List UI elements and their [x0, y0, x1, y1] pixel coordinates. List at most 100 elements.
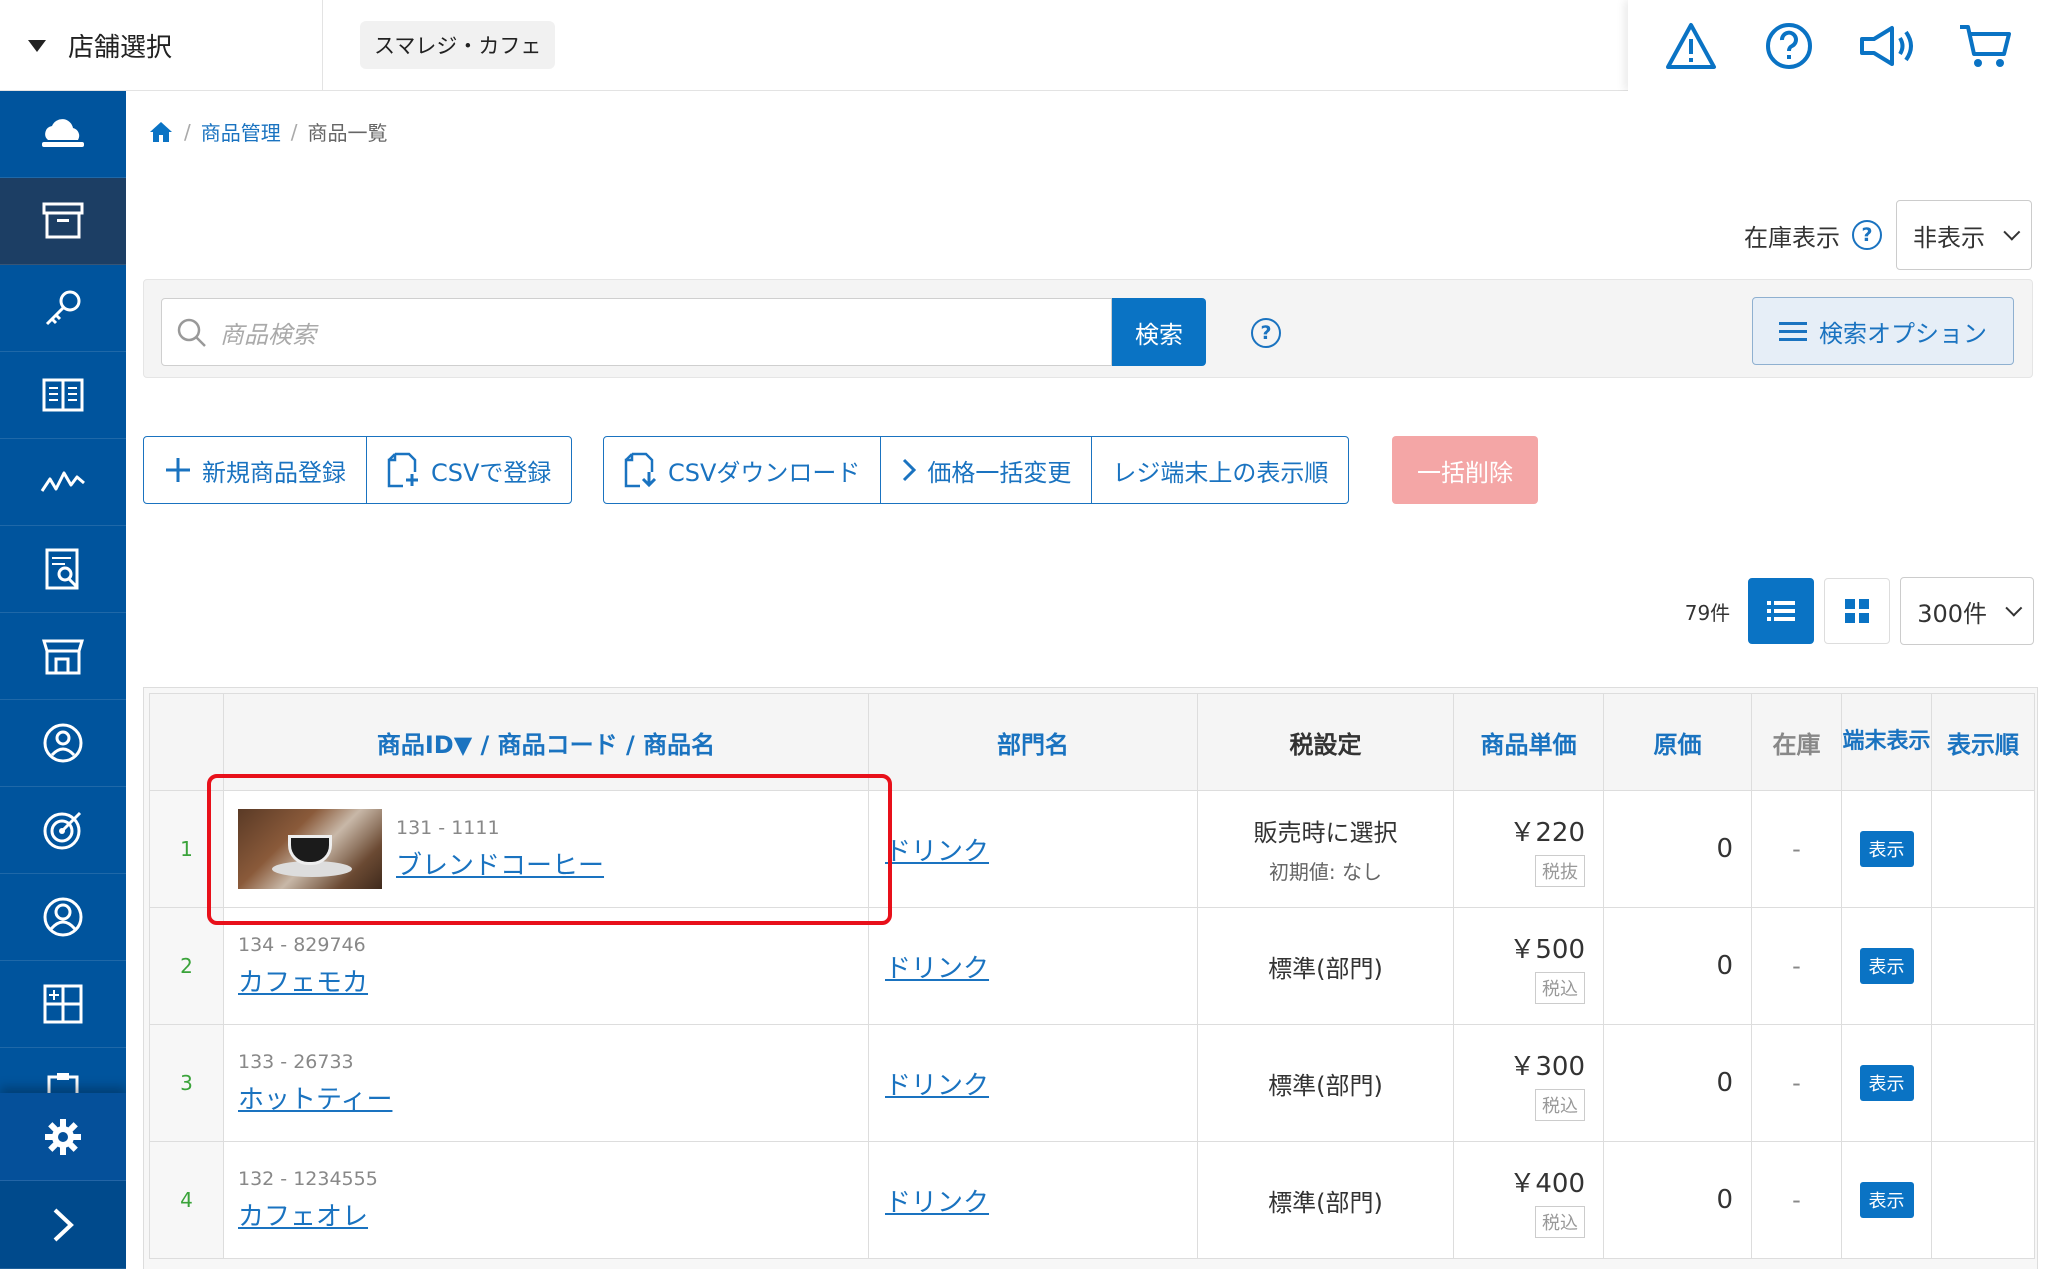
list-icon	[1767, 601, 1796, 621]
breadcrumb: / 商品管理 / 商品一覧	[148, 117, 388, 146]
bulk-delete-button[interactable]: 一括削除	[1392, 436, 1538, 504]
header-terminal-display[interactable]: 端末表示	[1841, 693, 1932, 791]
announcement-icon[interactable]	[1857, 16, 1917, 76]
display-badge: 表示	[1859, 1182, 1914, 1218]
sidebar-item-targets[interactable]	[0, 787, 126, 874]
tax-cell: 販売時に選択 初期値: なし	[1197, 790, 1454, 908]
department-link[interactable]: ドリンク	[885, 837, 989, 867]
sidebar-item-apps[interactable]	[0, 961, 126, 1048]
sidebar-item-staff[interactable]	[0, 874, 126, 961]
header-department[interactable]: 部門名	[868, 693, 1198, 791]
department-cell: ドリンク	[868, 907, 1198, 1025]
header-id-code-name[interactable]: 商品ID▼ / 商品コード / 商品名	[223, 693, 869, 791]
cost-cell: 0	[1603, 790, 1752, 908]
list-controls: 79件 300件	[1685, 577, 2034, 645]
header-display-order[interactable]: 表示順	[1931, 693, 2035, 791]
sidebar-bottom	[0, 1093, 126, 1269]
row-number: 2	[149, 907, 224, 1025]
product-table: 商品ID▼ / 商品コード / 商品名 部門名 税設定 商品単価 原価 在庫 端…	[149, 693, 2035, 1259]
grid-icon	[43, 984, 83, 1024]
top-icon-bar	[1628, 0, 2048, 91]
stock-cell: -	[1751, 790, 1842, 908]
user-icon	[43, 897, 83, 937]
csv-register-button[interactable]: CSVで登録	[367, 437, 571, 503]
stock-help-icon[interactable]: ?	[1852, 220, 1882, 250]
tax-setting: 標準(部門)	[1268, 954, 1383, 983]
product-thumbnail[interactable]	[238, 809, 382, 889]
tax-type-tag: 税込	[1535, 1088, 1585, 1121]
header-unit-price[interactable]: 商品単価	[1453, 693, 1604, 791]
store-select-label: 店舗選択	[68, 33, 173, 63]
product-id-code: 131 - 1111	[396, 816, 500, 839]
new-product-button[interactable]: 新規商品登録	[144, 437, 367, 503]
stock-cell: -	[1751, 1024, 1842, 1142]
warning-icon[interactable]	[1661, 16, 1721, 76]
department-cell: ドリンク	[868, 1024, 1198, 1142]
chevron-right-icon	[903, 458, 917, 482]
table-header-row: 商品ID▼ / 商品コード / 商品名 部門名 税設定 商品単価 原価 在庫 端…	[149, 693, 2035, 791]
sidebar-item-keys[interactable]	[0, 265, 126, 352]
tax-type-tag: 税込	[1535, 1205, 1585, 1238]
breadcrumb-separator: /	[184, 119, 191, 144]
bulk-price-label: 価格一括変更	[927, 458, 1072, 487]
target-icon	[43, 811, 82, 850]
sidebar-item-catalog[interactable]	[0, 352, 126, 439]
caret-down-icon	[28, 39, 46, 52]
stock-display-select[interactable]: 非表示	[1896, 200, 2032, 270]
file-add-icon	[387, 452, 418, 488]
sidebar-expand-button[interactable]	[0, 1181, 126, 1269]
bulk-price-button[interactable]: 価格一括変更	[881, 437, 1093, 503]
help-icon[interactable]	[1759, 16, 1819, 76]
stock-display-label: 在庫表示	[1744, 223, 1840, 252]
unit-price: ￥220	[1509, 817, 1585, 848]
sidebar-item-products[interactable]	[0, 178, 126, 265]
store-icon	[42, 639, 84, 675]
product-name-link[interactable]: ブレンドコーヒー	[396, 845, 604, 882]
settings-button[interactable]	[0, 1093, 126, 1181]
home-icon[interactable]	[148, 120, 174, 144]
header-cost[interactable]: 原価	[1603, 693, 1752, 791]
product-id-code: 134 - 829746	[238, 933, 366, 956]
row-number: 3	[149, 1024, 224, 1142]
terminal-display-cell: 表示	[1841, 1024, 1932, 1142]
per-page-select[interactable]: 300件	[1900, 577, 2034, 645]
department-link[interactable]: ドリンク	[885, 954, 989, 984]
terminal-display-cell: 表示	[1841, 790, 1932, 908]
product-name-link[interactable]: ホットティー	[238, 1079, 392, 1116]
search-input[interactable]: 商品検索	[161, 298, 1112, 366]
result-count: 79件	[1684, 600, 1731, 625]
cost-cell: 0	[1603, 907, 1752, 1025]
tax-cell: 標準(部門)	[1197, 907, 1454, 1025]
display-badge: 表示	[1859, 831, 1914, 867]
sidebar-item-reports[interactable]	[0, 526, 126, 613]
grid-view-button[interactable]	[1824, 578, 1891, 644]
report-icon	[45, 548, 79, 590]
search-icon	[177, 318, 206, 347]
department-link[interactable]: ドリンク	[885, 1071, 989, 1101]
search-help-icon[interactable]: ?	[1251, 318, 1281, 348]
chevron-down-icon	[2005, 599, 2023, 617]
sidebar-item-analytics[interactable]	[0, 439, 126, 526]
price-cell: ￥400 税込	[1453, 1141, 1604, 1259]
sidebar-item-home[interactable]	[0, 91, 126, 178]
display-order-button[interactable]: レジ端末上の表示順	[1092, 437, 1348, 503]
breadcrumb-product-management[interactable]: 商品管理	[201, 117, 281, 146]
product-name-link[interactable]: カフェモカ	[238, 962, 368, 999]
sidebar-item-customers[interactable]	[0, 700, 126, 787]
cart-icon[interactable]	[1955, 16, 2015, 76]
product-name-link[interactable]: カフェオレ	[238, 1196, 368, 1233]
display-order-cell	[1931, 907, 2035, 1025]
search-button[interactable]: 検索	[1112, 298, 1206, 366]
sidebar-item-stores[interactable]	[0, 613, 126, 700]
tax-type-tag: 税込	[1535, 971, 1585, 1004]
gear-icon	[45, 1118, 81, 1155]
menu-icon	[1779, 317, 1807, 346]
breadcrumb-separator: /	[290, 119, 298, 144]
csv-download-button[interactable]: CSVダウンロード	[604, 437, 882, 503]
list-view-button[interactable]	[1748, 578, 1815, 644]
store-select-dropdown[interactable]: 店舗選択	[0, 0, 323, 91]
department-link[interactable]: ドリンク	[885, 1188, 989, 1218]
new-product-label: 新規商品登録	[202, 458, 346, 487]
search-options-button[interactable]: 検索オプション	[1752, 297, 2014, 365]
chart-icon	[40, 471, 85, 492]
